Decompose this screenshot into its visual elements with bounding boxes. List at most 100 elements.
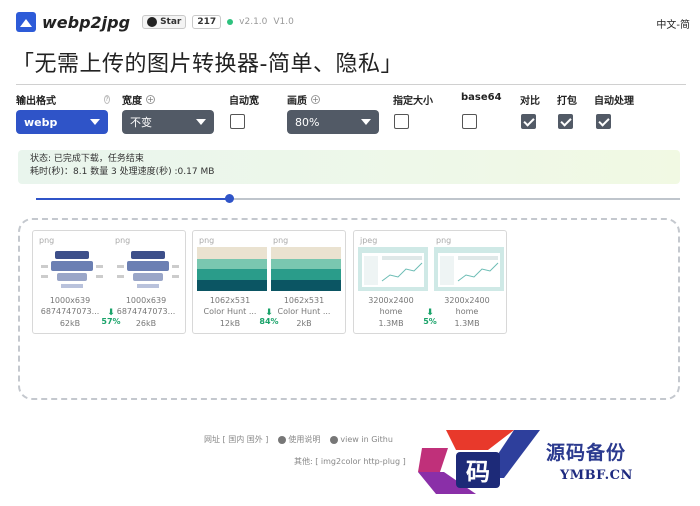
format-label: png (115, 236, 131, 245)
chevron-down-icon (196, 119, 206, 125)
original-image[interactable]: png 1062x531 Color Hunt ... 12kB (193, 231, 267, 333)
width-select[interactable]: 不变 (122, 110, 214, 134)
language-label: 中文-简 (656, 20, 690, 31)
image-name: Color Hunt ... (203, 307, 257, 316)
pack-checkbox[interactable] (558, 114, 573, 129)
option-auto-process: 自动处理 (594, 92, 654, 129)
sub-version-label: V1.0 (273, 17, 294, 27)
option-quality: 画质 + 80% (287, 92, 381, 134)
chevron-down-icon (361, 119, 371, 125)
fixed-size-label: 指定大小 (393, 96, 433, 107)
quality-label: 画质 (287, 96, 307, 107)
language-selector[interactable]: 中文-简 (656, 16, 690, 31)
image-dimensions: 1062x531 (209, 296, 251, 305)
github-icon (330, 435, 339, 444)
auto-process-label: 自动处理 (594, 96, 634, 107)
auto-width-checkbox[interactable] (230, 114, 245, 129)
watermark-logo-icon: 码 (418, 430, 540, 494)
watermark-title: 源码备份 (546, 442, 627, 464)
image-dimensions: 1000x639 (49, 296, 91, 305)
add-icon[interactable]: + (146, 95, 155, 104)
image-dimensions: 3200x2400 (444, 296, 490, 305)
chevron-down-icon (90, 119, 100, 125)
base64-checkbox[interactable] (462, 114, 477, 129)
app-logo-icon (16, 12, 36, 32)
footer-links: 网址 [ 国内 国外 ] 使用说明 view in Githu (204, 434, 393, 445)
footer-docs-link[interactable]: 使用说明 (278, 434, 320, 445)
fixed-size-checkbox[interactable] (394, 114, 409, 129)
converted-image[interactable]: png 1000x639 6874747073... 26kB (109, 231, 183, 333)
output-format-label: 输出格式 (16, 96, 56, 107)
screenshot-thumbnail (358, 247, 428, 291)
option-compare: 对比 (520, 92, 554, 129)
option-pack: 打包 (557, 92, 591, 129)
auto-process-checkbox[interactable] (596, 114, 611, 129)
result-card[interactable]: png 1000x639 6874747073... 62kB ⬇ 57% pn… (32, 230, 186, 334)
version-status-dot (227, 19, 234, 25)
converted-image[interactable]: png 1062x531 Color Hunt ... 2kB (267, 231, 341, 333)
page-title: 「无需上传的图片转换器-简单、隐私」 (12, 52, 403, 77)
image-size: 62kB (59, 319, 81, 328)
version-label: v2.1.0 (239, 17, 268, 27)
github-star-label: Star (160, 17, 182, 27)
footer-github-link[interactable]: view in Githu (330, 435, 393, 444)
github-star-button[interactable]: Star (142, 15, 187, 29)
status-panel: 状态: 已完成下载，任务结束 耗时(秒)：8.1 数量 3 处理速度(秒) :0… (18, 150, 680, 184)
github-star-count[interactable]: 217 (192, 15, 222, 29)
image-name: 6874747073... (40, 307, 100, 316)
format-label: png (39, 236, 55, 245)
help-icon[interactable]: ? (104, 95, 110, 104)
image-name: home (379, 307, 403, 316)
footer-other-links[interactable]: 其他: [ img2color http-plug ] (294, 456, 406, 467)
github-icon (147, 17, 158, 27)
option-fixed-size: 指定大小 (393, 92, 453, 129)
footer-docs-label: 使用说明 (288, 435, 321, 444)
compare-label: 对比 (520, 96, 540, 107)
format-label: png (199, 236, 215, 245)
app-header: webp2jpg Star 217 v2.1.0 V1.0 (16, 10, 294, 34)
help-circle-icon (278, 435, 287, 444)
image-size: 2kB (296, 319, 312, 328)
original-image[interactable]: png 1000x639 6874747073... 62kB (33, 231, 107, 333)
format-label: png (273, 236, 289, 245)
output-format-select[interactable]: webp (16, 110, 108, 134)
header-divider (16, 84, 686, 85)
output-format-value: webp (24, 115, 58, 129)
result-card[interactable]: jpeg 3200x2400 home 1.3MB ⬇ 5% png 3200x… (353, 230, 507, 334)
result-card[interactable]: png 1062x531 Color Hunt ... 12kB ⬇ 84% p… (192, 230, 346, 334)
pack-label: 打包 (557, 96, 577, 107)
image-size: 1.3MB (454, 319, 480, 328)
palette-thumbnail (271, 247, 341, 291)
image-size: 1.3MB (378, 319, 404, 328)
image-dimensions: 1000x639 (125, 296, 167, 305)
progress-fill (36, 198, 229, 200)
option-output-format: 输出格式 ? webp (16, 92, 110, 134)
auto-width-label: 自动宽 (229, 96, 259, 107)
image-dimensions: 3200x2400 (368, 296, 414, 305)
option-width: 宽度 + 不变 (122, 92, 216, 134)
quality-value: 80% (295, 115, 320, 129)
width-value: 不变 (130, 116, 152, 129)
watermark-glyph: 码 (466, 457, 490, 486)
brand-name[interactable]: webp2jpg (42, 13, 130, 32)
footer-site-link[interactable]: 网址 [ 国内 国外 ] (204, 434, 268, 445)
width-label: 宽度 (122, 96, 142, 107)
screenshot-thumbnail (434, 247, 504, 291)
image-size: 12kB (219, 319, 241, 328)
status-text: 状态: 已完成下载，任务结束 (30, 154, 144, 164)
format-label: jpeg (360, 236, 378, 245)
quality-select[interactable]: 80% (287, 110, 379, 134)
image-name: Color Hunt ... (277, 307, 331, 316)
original-image[interactable]: jpeg 3200x2400 home 1.3MB (354, 231, 428, 333)
converted-image[interactable]: png 3200x2400 home 1.3MB (430, 231, 504, 333)
progress-handle[interactable] (225, 194, 234, 203)
diagram-thumbnail (113, 247, 183, 291)
image-dimensions: 1062x531 (283, 296, 325, 305)
image-name: 6874747073... (116, 307, 176, 316)
diagram-thumbnail (37, 247, 107, 291)
add-icon[interactable]: + (311, 95, 320, 104)
footer-github-label: view in Githu (340, 435, 393, 444)
image-size: 26kB (135, 319, 157, 328)
format-label: png (436, 236, 452, 245)
compare-checkbox[interactable] (521, 114, 536, 129)
